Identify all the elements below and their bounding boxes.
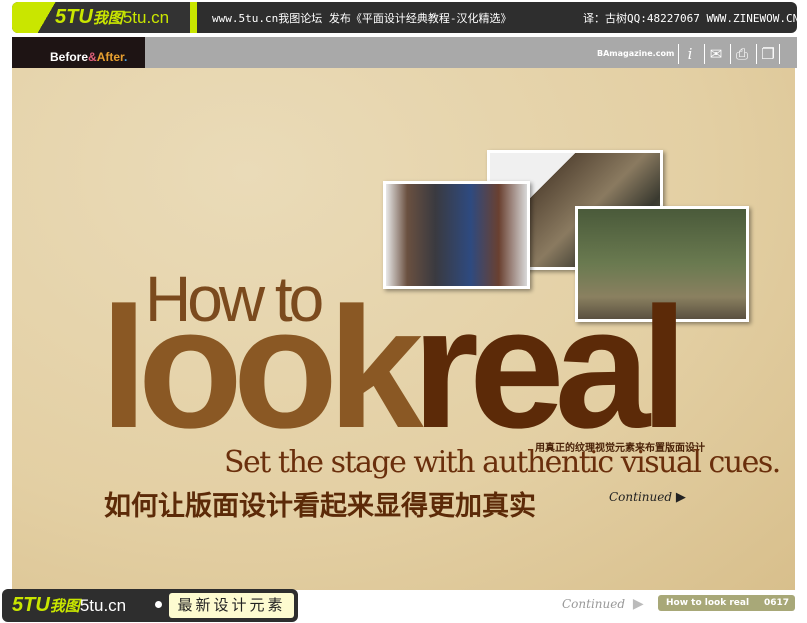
logo-cn: 我图 <box>49 598 80 615</box>
banner-message: www.5tu.cn我图论坛 发布《平面设计经典教程-汉化精选》 <box>212 12 512 25</box>
headline-real: real <box>412 272 688 464</box>
brand-amp: & <box>88 50 97 64</box>
mail-icon[interactable]: ✉ <box>704 44 727 64</box>
tagline: Set the stage with authentic visual cues… <box>224 445 781 480</box>
banner-credit: 译：古树QQ:48227067 WWW.ZINEWOW.CN <box>583 12 800 25</box>
headline-look: look <box>100 272 424 464</box>
continued-link[interactable]: Continued ▶ <box>609 490 686 505</box>
arrow-right-icon: ▶ <box>632 596 644 612</box>
page-number: 0617 <box>763 598 789 608</box>
bullet-icon <box>155 601 162 608</box>
footer-logo[interactable]: 5TU我图5tu.cn <box>12 594 126 617</box>
footer-slogan: 最新设计元素 <box>169 593 294 618</box>
window-icon[interactable]: ❐ <box>756 44 780 64</box>
logo-domain: 5tu.cn <box>122 8 170 27</box>
continued-label: Continued <box>609 490 673 504</box>
arrow-right-icon: ▶ <box>675 490 686 505</box>
title-cn: 如何让版面设计看起来显得更加真实 <box>104 491 536 522</box>
divider <box>190 2 197 33</box>
logo-mark: 5TU <box>12 594 50 616</box>
continued-label: Continued <box>562 597 626 611</box>
brand-dot: . <box>124 50 128 64</box>
continued-button[interactable]: Continued ▶ <box>562 596 644 612</box>
logo-cn: 我图 <box>92 10 123 27</box>
brand-before: Before <box>50 50 89 64</box>
page-tag: How to look real 0617 <box>658 595 795 611</box>
brand-logo[interactable]: Before&After. <box>50 50 127 64</box>
page-title: How to look real <box>666 598 750 608</box>
print-icon[interactable]: ⎙ <box>730 44 753 64</box>
site-logo[interactable]: 5TU我图5tu.cn <box>55 6 169 29</box>
logo-domain: 5tu.cn <box>79 596 127 615</box>
site-link[interactable]: BAmagazine.com <box>597 49 674 58</box>
logo-mark: 5TU <box>55 6 93 28</box>
info-icon[interactable]: i <box>678 44 701 64</box>
brand-after: After <box>96 50 125 64</box>
